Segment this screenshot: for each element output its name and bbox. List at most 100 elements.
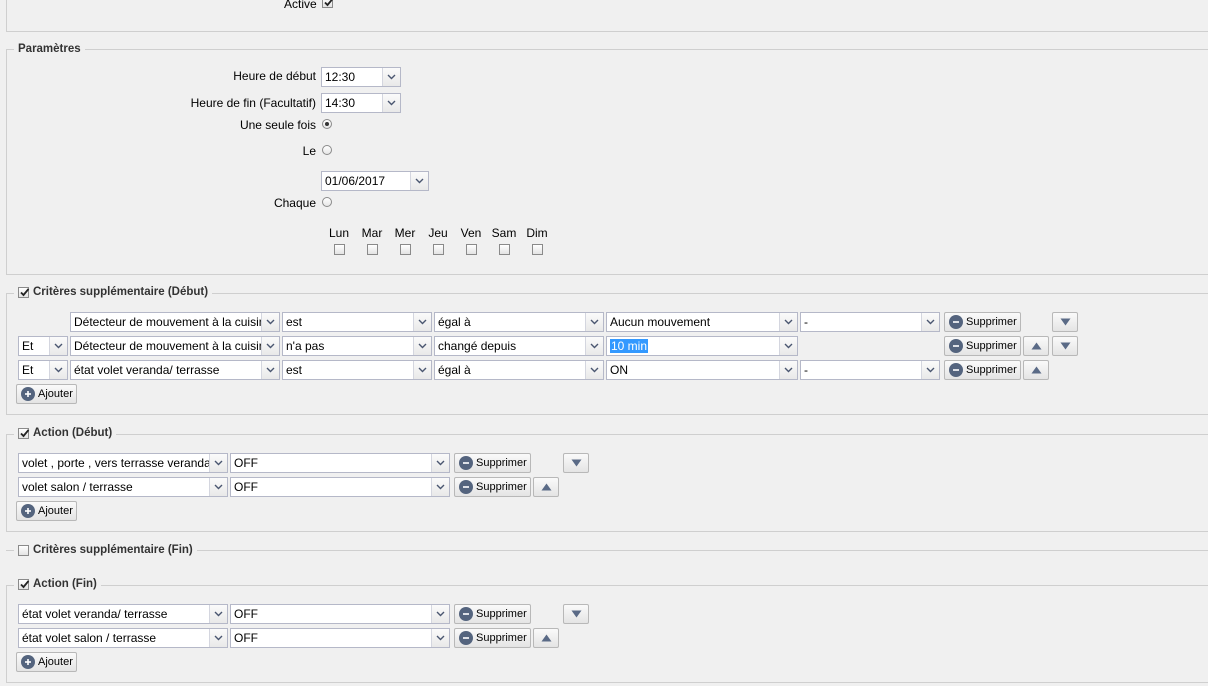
- day-label-mar: Mar: [361, 226, 383, 240]
- criteria-logic-combo[interactable]: Et: [18, 336, 68, 356]
- chevron-down-icon[interactable]: [413, 337, 431, 355]
- day-checkbox-ven[interactable]: [466, 244, 477, 255]
- chevron-down-icon[interactable]: [779, 313, 797, 331]
- chevron-down-icon[interactable]: [209, 629, 227, 647]
- action-value-combo[interactable]: OFF: [230, 604, 450, 624]
- chevron-down-icon[interactable]: [585, 361, 603, 379]
- action-device-combo[interactable]: état volet veranda/ terrasse: [18, 604, 228, 624]
- criteria-duration-value[interactable]: 10 min: [610, 337, 779, 355]
- chevron-down-icon[interactable]: [49, 337, 67, 355]
- chevron-down-icon[interactable]: [261, 313, 279, 331]
- criteria-extra-combo[interactable]: -: [800, 360, 940, 380]
- move-down-button[interactable]: [563, 453, 589, 473]
- action-device-combo[interactable]: état volet salon / terrasse: [18, 628, 228, 648]
- criteria-add-button[interactable]: Ajouter: [16, 384, 77, 404]
- criteria-value-combo[interactable]: ON: [606, 360, 798, 380]
- criteria-operator-value: est: [286, 363, 303, 377]
- move-up-button[interactable]: [1023, 336, 1049, 356]
- chevron-down-icon[interactable]: [779, 361, 797, 379]
- chevron-down-icon[interactable]: [921, 313, 939, 331]
- day-checkbox-jeu[interactable]: [433, 244, 444, 255]
- action-delete-button[interactable]: Supprimer: [454, 604, 531, 624]
- action-delete-button[interactable]: Supprimer: [454, 453, 531, 473]
- criteria-device-combo[interactable]: Détecteur de mouvement à la cuisine: [70, 312, 280, 332]
- chevron-down-icon[interactable]: [209, 478, 227, 496]
- end-time-combo[interactable]: 14:30: [321, 93, 401, 113]
- criteria-logic-combo[interactable]: Et: [18, 360, 68, 380]
- day-label-jeu: Jeu: [428, 226, 448, 240]
- chevron-down-icon[interactable]: [209, 605, 227, 623]
- chevron-down-icon[interactable]: [431, 605, 449, 623]
- action-value-combo[interactable]: OFF: [230, 453, 450, 473]
- chevron-down-icon[interactable]: [261, 361, 279, 379]
- chevron-down-icon[interactable]: [921, 361, 939, 379]
- chevron-down-icon[interactable]: [410, 172, 428, 190]
- on-date-radio[interactable]: [322, 145, 332, 155]
- every-radio[interactable]: [322, 197, 332, 207]
- chevron-down-icon[interactable]: [209, 454, 227, 472]
- day-checkbox-mer[interactable]: [400, 244, 411, 255]
- day-checkbox-dim[interactable]: [532, 244, 543, 255]
- criteria-delete-button[interactable]: Supprimer: [944, 312, 1021, 332]
- action-delete-button[interactable]: Supprimer: [454, 628, 531, 648]
- action-value-combo[interactable]: OFF: [230, 628, 450, 648]
- add-label: Ajouter: [38, 388, 73, 400]
- day-checkbox-mar[interactable]: [367, 244, 378, 255]
- chevron-down-icon[interactable]: [413, 313, 431, 331]
- criteria-value-combo[interactable]: Aucun mouvement: [606, 312, 798, 332]
- criteria-delete-button[interactable]: Supprimer: [944, 336, 1021, 356]
- chevron-down-icon[interactable]: [413, 361, 431, 379]
- criteria-extra-combo[interactable]: -: [800, 312, 940, 332]
- selected-text: 10 min: [610, 339, 649, 353]
- criteria-end-checkbox[interactable]: [18, 544, 29, 556]
- action-value-combo[interactable]: OFF: [230, 477, 450, 497]
- move-up-button[interactable]: [1023, 360, 1049, 380]
- once-radio[interactable]: [322, 119, 332, 129]
- action-device-combo[interactable]: volet , porte , vers terrasse veranda: [18, 453, 228, 473]
- criteria-duration-combo[interactable]: 10 min: [606, 336, 798, 356]
- action-device-combo[interactable]: volet salon / terrasse: [18, 477, 228, 497]
- criteria-operator-combo[interactable]: est: [282, 312, 432, 332]
- criteria-compare-combo[interactable]: changé depuis: [434, 336, 604, 356]
- move-up-button[interactable]: [533, 628, 559, 648]
- chevron-down-icon[interactable]: [431, 454, 449, 472]
- day-checkbox-lun[interactable]: [334, 244, 345, 255]
- chevron-down-icon[interactable]: [382, 68, 400, 86]
- action-add-button[interactable]: Ajouter: [16, 652, 77, 672]
- move-down-button[interactable]: [1052, 312, 1078, 332]
- date-combo[interactable]: 01/06/2017: [321, 171, 429, 191]
- criteria-operator-combo[interactable]: n'a pas: [282, 336, 432, 356]
- start-time-combo[interactable]: 12:30: [321, 67, 401, 87]
- criteria-value-text: Aucun mouvement: [610, 315, 711, 329]
- criteria-delete-button[interactable]: Supprimer: [944, 360, 1021, 380]
- chevron-down-icon[interactable]: [382, 94, 400, 112]
- delete-label: Supprimer: [966, 316, 1017, 328]
- criteria-device-combo[interactable]: Détecteur de mouvement à la cuisine: [70, 336, 280, 356]
- criteria-end-legend: Critères supplémentaire (Fin): [14, 544, 197, 556]
- active-checkbox[interactable]: [322, 0, 333, 8]
- criteria-start-checkbox[interactable]: [18, 286, 30, 298]
- day-checkbox-sam[interactable]: [499, 244, 510, 255]
- criteria-extra-value: -: [804, 315, 808, 329]
- criteria-compare-combo[interactable]: égal à: [434, 312, 604, 332]
- criteria-device-combo[interactable]: état volet veranda/ terrasse: [70, 360, 280, 380]
- action-start-checkbox[interactable]: [18, 427, 30, 439]
- chevron-down-icon[interactable]: [431, 478, 449, 496]
- move-down-button[interactable]: [563, 604, 589, 624]
- criteria-compare-combo[interactable]: égal à: [434, 360, 604, 380]
- action-end-checkbox[interactable]: [18, 578, 30, 590]
- chevron-down-icon[interactable]: [585, 337, 603, 355]
- criteria-operator-combo[interactable]: est: [282, 360, 432, 380]
- chevron-down-icon[interactable]: [779, 337, 797, 355]
- move-down-button[interactable]: [1052, 336, 1078, 356]
- chevron-down-icon[interactable]: [261, 337, 279, 355]
- chevron-down-icon[interactable]: [431, 629, 449, 647]
- chevron-down-icon[interactable]: [49, 361, 67, 379]
- action-value-text: OFF: [234, 631, 258, 645]
- day-label-dim: Dim: [526, 226, 548, 240]
- minus-circle-icon: [949, 315, 963, 329]
- action-delete-button[interactable]: Supprimer: [454, 477, 531, 497]
- action-add-button[interactable]: Ajouter: [16, 501, 77, 521]
- move-up-button[interactable]: [533, 477, 559, 497]
- chevron-down-icon[interactable]: [585, 313, 603, 331]
